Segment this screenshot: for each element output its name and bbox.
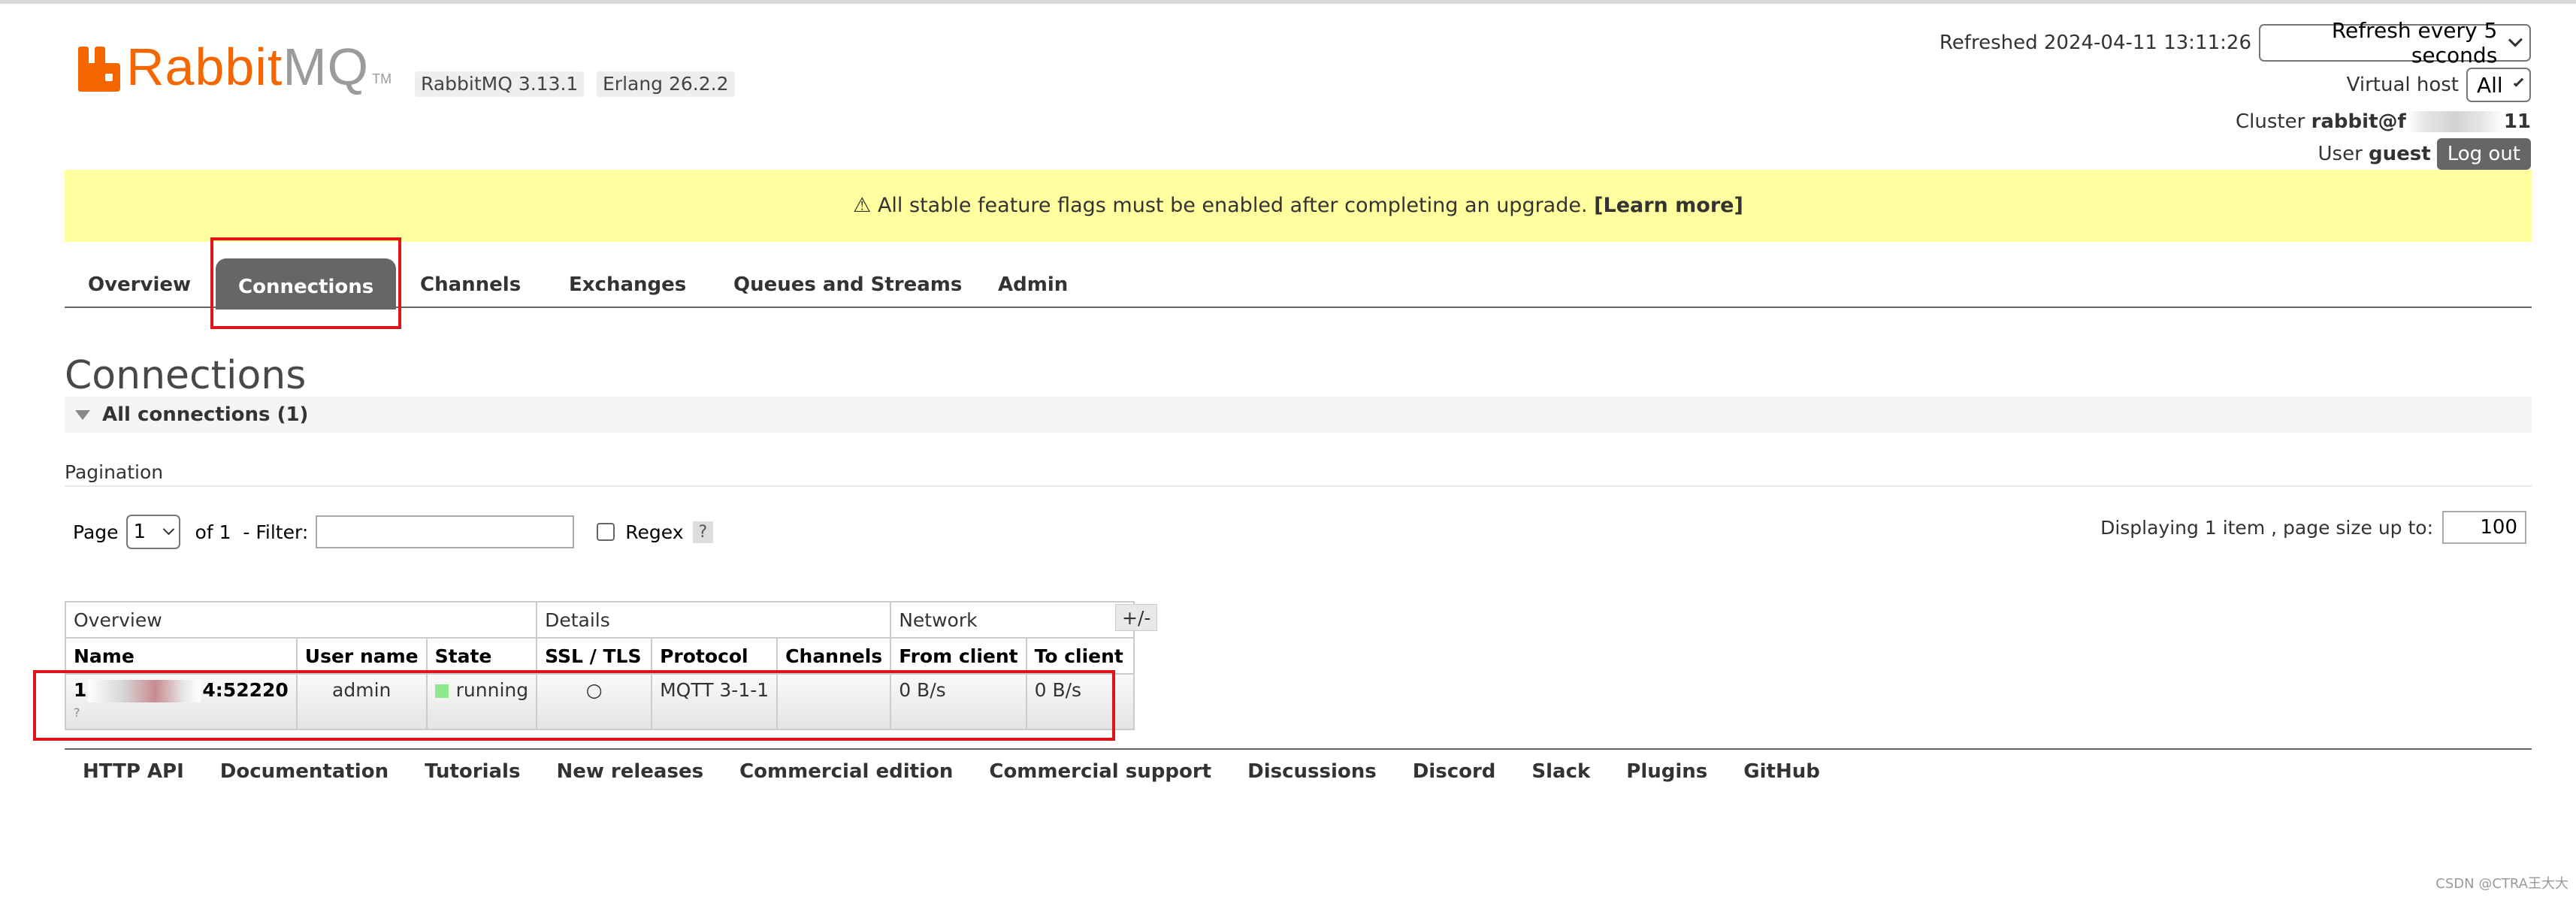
pagination-label: Pagination [65,461,164,483]
column-header-state[interactable]: State [425,637,538,675]
banner-text: ⚠ All stable feature flags must be enabl… [853,194,1588,217]
footer-link-discord[interactable]: Discord [1413,760,1496,783]
vhost-select[interactable]: All [2466,68,2531,102]
footer-link-tutorials[interactable]: Tutorials [425,760,520,783]
redacted-mask [2405,111,2504,132]
page-size-controls: Displaying 1 item , page size up to: 100 [2100,511,2526,544]
page-size-input[interactable]: 100 [2442,511,2526,544]
column-header-user-name[interactable]: User name [295,637,428,675]
chevron-down-icon [162,523,174,535]
footer-link-discussions[interactable]: Discussions [1247,760,1377,783]
cluster-label: Cluster [2236,110,2305,133]
column-header-protocol[interactable]: Protocol [651,637,779,675]
pagination-controls: Page 1 of 1 - Filter: Regex ? [73,515,714,549]
vhost-label: Virtual host [2346,74,2459,96]
footer-link-http-api[interactable]: HTTP API [83,760,184,783]
divider [65,485,2532,487]
column-header-name[interactable]: Name [65,637,298,675]
column-header-channels[interactable]: Channels [776,637,892,675]
triangle-down-icon [75,410,90,420]
filter-label: - Filter: [243,521,309,543]
column-header-ssl-tls[interactable]: SSL / TLS [536,637,653,675]
watermark: CSDN @CTRA王大大 [2435,876,2568,892]
filter-input[interactable] [316,515,575,548]
erlang-version: Erlang 26.2.2 [597,71,735,97]
regex-help-button[interactable]: ? [692,521,714,543]
footer-divider [65,748,2532,750]
tab-channels[interactable]: Channels [420,255,521,307]
page-label: Page [73,521,119,543]
section-title: All connections (1) [102,403,309,426]
refreshed-timestamp: Refreshed 2024-04-11 13:11:26 [1939,32,2251,54]
cluster-name-suffix: 11 [2503,110,2531,133]
regex-checkbox[interactable] [597,523,615,541]
column-header-to-client[interactable]: To client [1025,637,1135,675]
highlight-box-connection-row [33,670,1115,741]
header-status: Refreshed 2024-04-11 13:11:26 Refresh ev… [1939,18,2531,170]
group-header-network: Network [890,601,1135,639]
highlight-box-connections-tab [210,237,401,329]
all-connections-section-toggle[interactable]: All connections (1) [65,397,2532,433]
page-of-label: of 1 [195,521,231,543]
top-border [0,0,2576,4]
column-toggle-button[interactable]: +/- [1115,604,1158,631]
rabbitmq-version: RabbitMQ 3.13.1 [415,71,585,97]
rabbitmq-logo-icon [78,47,122,92]
tab-exchanges[interactable]: Exchanges [569,255,686,307]
footer-link-commercial-edition[interactable]: Commercial edition [739,760,953,783]
footer-links: HTTP API Documentation Tutorials New rel… [83,760,1856,783]
learn-more-link[interactable]: [Learn more] [1594,194,1743,217]
page-select[interactable]: 1 [125,515,180,549]
chevron-down-icon [2513,77,2524,87]
logout-button[interactable]: Log out [2436,138,2531,170]
rabbitmq-logo[interactable]: Rabbit MQ TM [78,38,392,96]
footer-link-plugins[interactable]: Plugins [1626,760,1707,783]
footer-link-slack[interactable]: Slack [1531,760,1590,783]
displaying-label: Displaying 1 item , page size up to: [2100,516,2433,539]
regex-label: Regex [625,521,684,543]
logo-text-rabbit: Rabbit [126,38,283,96]
feature-flags-warning-banner: ⚠ All stable feature flags must be enabl… [65,170,2532,242]
tab-queues-and-streams[interactable]: Queues and Streams [733,255,962,307]
refresh-interval-value: Refresh every 5 seconds [2331,18,2498,68]
logo-text-mq: MQ [283,38,370,96]
refresh-interval-select[interactable]: Refresh every 5 seconds [2259,18,2531,68]
main-nav-tabs: Overview Connections Channels Exchanges … [65,255,2532,310]
vhost-value: All [2477,72,2503,98]
tab-overview[interactable]: Overview [88,255,191,307]
user-label: User [2317,143,2363,165]
footer-link-commercial-support[interactable]: Commercial support [989,760,1211,783]
chevron-down-icon [2508,32,2523,47]
page-select-value: 1 [133,521,147,543]
footer-link-github[interactable]: GitHub [1743,760,1820,783]
footer-link-new-releases[interactable]: New releases [556,760,703,783]
column-header-from-client[interactable]: From client [890,637,1027,675]
user-name: guest [2369,143,2431,165]
group-header-overview: Overview [64,601,538,639]
footer-link-documentation[interactable]: Documentation [220,760,389,783]
group-header-details: Details [536,601,892,639]
cluster-name-prefix: rabbit@f [2311,110,2406,133]
logo-trademark: TM [372,71,392,86]
page-title: Connections [65,353,307,398]
tab-admin[interactable]: Admin [998,255,1068,307]
